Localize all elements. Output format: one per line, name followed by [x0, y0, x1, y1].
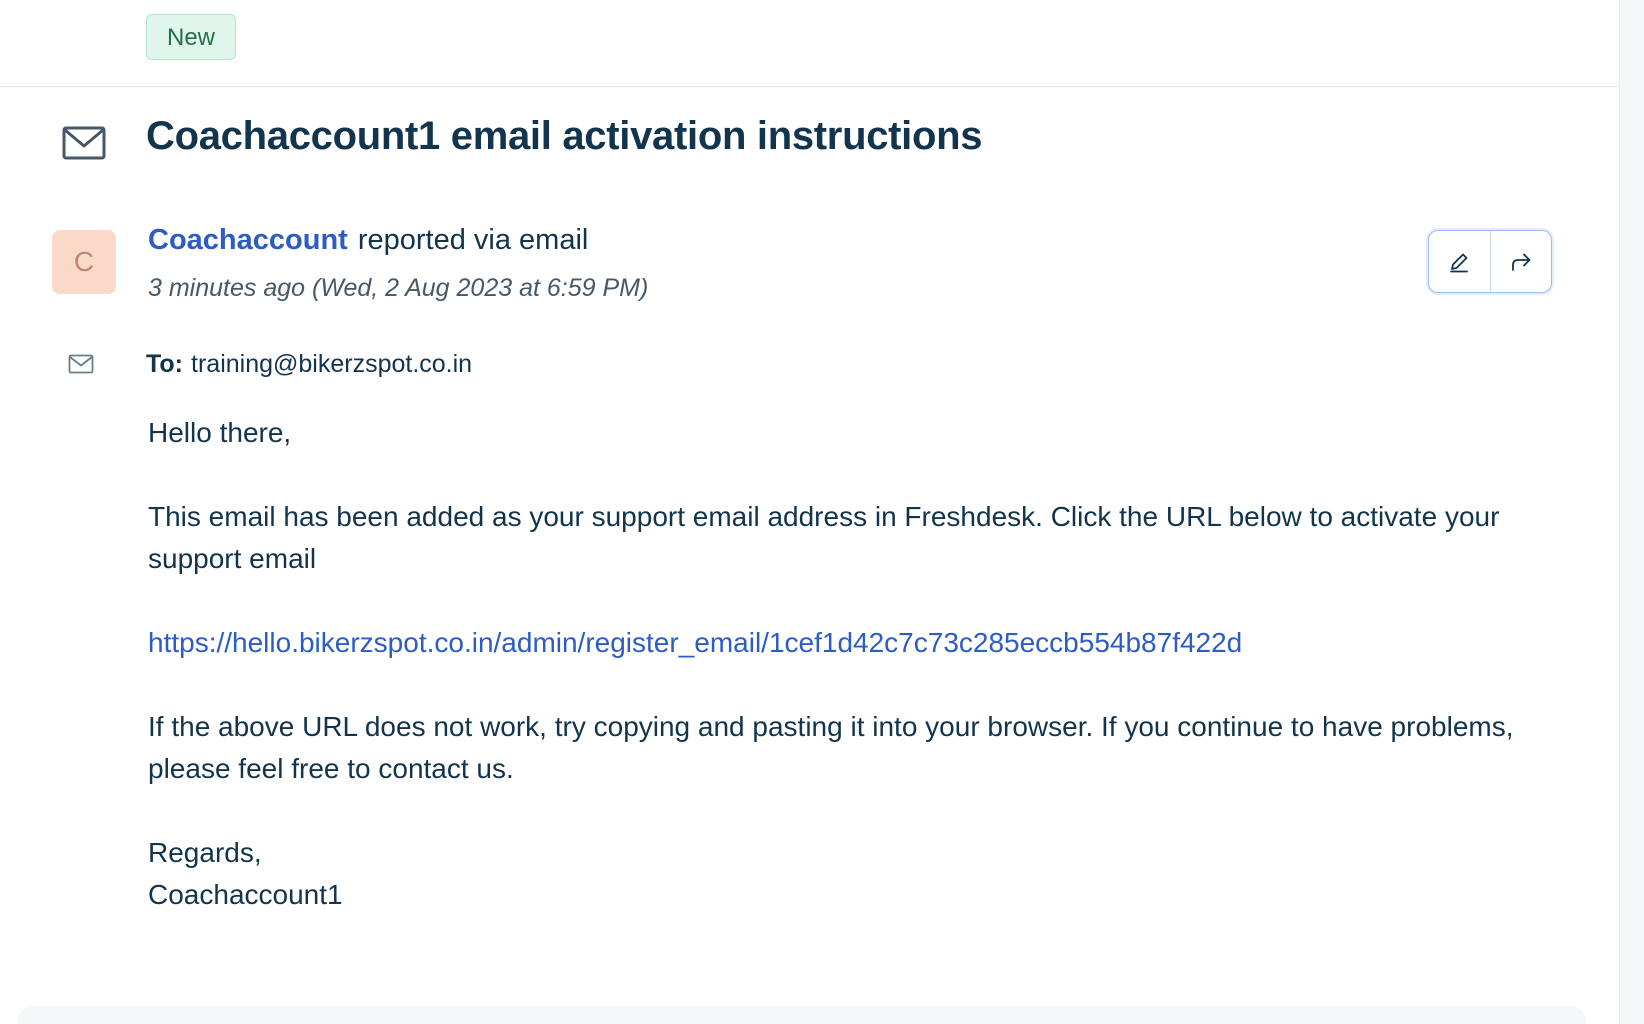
- sender-line: Coachaccount reported via email: [148, 224, 588, 257]
- message-paragraph: If the above URL does not work, try copy…: [148, 711, 1514, 784]
- sender-name-link[interactable]: Coachaccount: [148, 224, 348, 256]
- status-badge[interactable]: New: [146, 14, 237, 60]
- message-timestamp: 3 minutes ago (Wed, 2 Aug 2023 at 6:59 P…: [148, 274, 648, 303]
- ticket-header-bar: New: [0, 0, 1619, 87]
- recipient-line: To: training@bikerzspot.co.in: [146, 350, 472, 379]
- recipient-address: training@bikerzspot.co.in: [191, 350, 473, 378]
- reply-area-edge: [18, 1006, 1586, 1024]
- message-signature: Coachaccount1: [148, 879, 343, 910]
- ticket-page: New Coachaccount1 email activation instr…: [0, 0, 1644, 1024]
- forward-arrow-icon: [1511, 253, 1531, 271]
- timestamp-relative: 3 minutes ago: [148, 274, 306, 302]
- ticket-detail-panel: New Coachaccount1 email activation instr…: [0, 0, 1619, 1024]
- timestamp-absolute: (Wed, 2 Aug 2023 at 6:59 PM): [312, 274, 649, 302]
- message-signoff: Regards,: [148, 837, 262, 868]
- envelope-icon: [62, 126, 106, 160]
- sender-via-text: reported via email: [357, 224, 589, 256]
- message-body: Hello there, This email has been added a…: [148, 412, 1548, 916]
- ticket-title: Coachaccount1 email activation instructi…: [146, 114, 983, 158]
- message-paragraph: This email has been added as your suppor…: [148, 501, 1500, 574]
- message-greeting: Hello there,: [148, 417, 292, 448]
- edit-button[interactable]: [1429, 231, 1490, 292]
- pencil-icon: [1450, 253, 1469, 272]
- message-actions: [1428, 230, 1552, 293]
- right-sidebar-edge: [1619, 0, 1644, 1024]
- forward-button[interactable]: [1489, 231, 1552, 292]
- activation-link[interactable]: https://hello.bikerzspot.co.in/admin/reg…: [148, 627, 1242, 658]
- recipient-label: To:: [146, 350, 184, 378]
- envelope-icon: [68, 354, 94, 374]
- avatar: C: [52, 230, 116, 294]
